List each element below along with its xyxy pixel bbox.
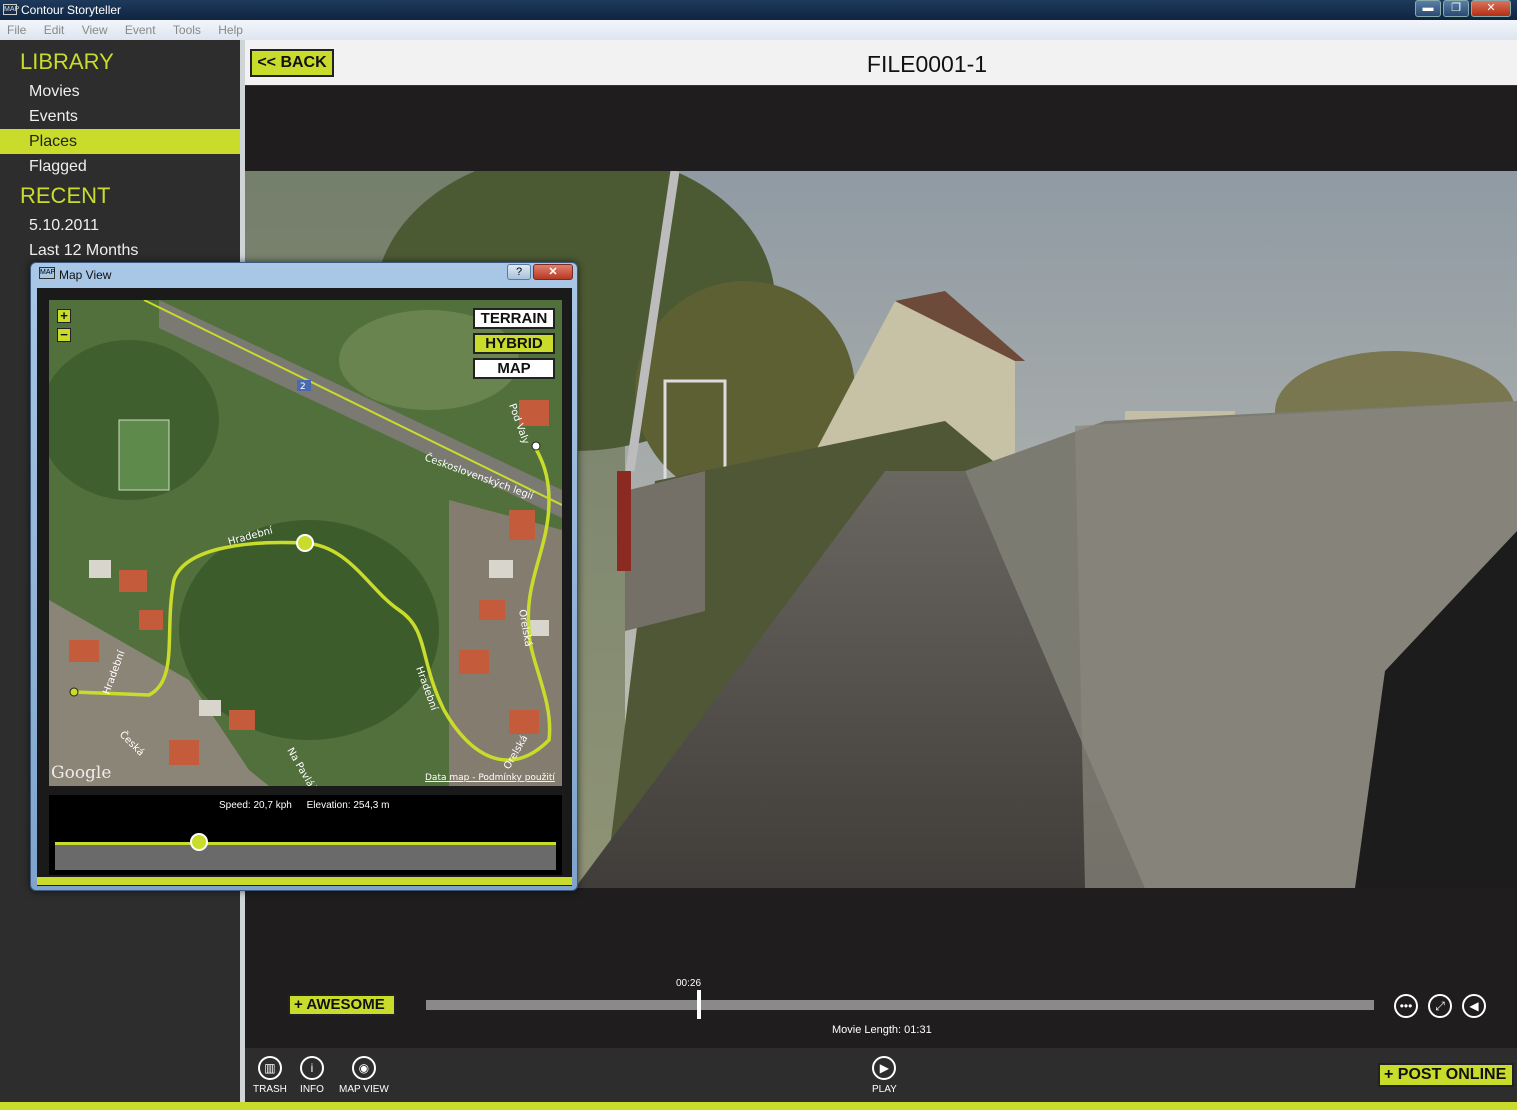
sidebar-item-last-12-months[interactable]: Last 12 Months — [0, 238, 240, 263]
help-button[interactable]: ? — [507, 264, 531, 280]
top-bar: << BACK FILE0001-1 — [245, 40, 1517, 86]
map-type-terrain[interactable]: TERRAIN — [473, 308, 555, 329]
google-logo: Google — [51, 763, 111, 783]
current-time: 00:26 — [676, 978, 702, 989]
app-logo-icon: MAP — [3, 4, 20, 15]
info-button[interactable]: i INFO — [300, 1056, 324, 1095]
menu-file[interactable]: File — [0, 20, 33, 40]
minimize-button[interactable]: ▬ — [1415, 0, 1441, 17]
sidebar-item-movies[interactable]: Movies — [0, 79, 240, 104]
bottom-accent-strip — [0, 1102, 1517, 1110]
map-window-title: Map View — [59, 268, 112, 282]
map-attribution: Data map - Podmínky použití — [425, 773, 555, 783]
zoom-in-button[interactable]: + — [57, 309, 71, 323]
restore-button[interactable]: ❐ — [1443, 0, 1469, 17]
track-stats: Speed: 20,7 kph Elevation: 254,3 m — [219, 800, 389, 811]
sidebar-item-recent-date[interactable]: 5.10.2011 — [0, 213, 240, 238]
timeline-track[interactable] — [426, 1000, 1374, 1010]
satellite-map[interactable]: 2 Pod Valy Československých legií Hradeb… — [49, 300, 562, 786]
menu-event[interactable]: Event — [118, 20, 163, 40]
fullscreen-icon[interactable]: ⤢ — [1428, 994, 1452, 1018]
info-label: INFO — [300, 1084, 324, 1095]
map-view-icon: ◉ — [351, 1056, 376, 1080]
map-view-label: MAP VIEW — [339, 1084, 389, 1095]
more-icon[interactable]: ••• — [1394, 994, 1418, 1018]
map-view-button[interactable]: ◉ MAP VIEW — [339, 1056, 389, 1095]
close-button[interactable]: ✕ — [1471, 0, 1511, 17]
elevation-profile[interactable]: Speed: 20,7 kph Elevation: 254,3 m — [49, 795, 562, 875]
app-titlebar: MAP Contour Storyteller ▬ ❐ ✕ — [0, 0, 1517, 20]
volume-icon[interactable]: ◀ — [1462, 994, 1486, 1018]
trash-icon: ▥ — [257, 1056, 282, 1080]
timeline-playhead[interactable] — [697, 990, 702, 1019]
post-online-button[interactable]: + POST ONLINE — [1378, 1063, 1514, 1087]
bottom-toolbar: ▥ TRASH i INFO ◉ MAP VIEW ▶ PLAY + POST … — [245, 1048, 1517, 1102]
map-type-map[interactable]: MAP — [473, 358, 555, 379]
info-icon: i — [300, 1056, 324, 1080]
map-close-button[interactable]: ✕ — [533, 264, 573, 280]
map-window-logo-icon: MAP — [39, 267, 55, 279]
zoom-out-button[interactable]: − — [57, 328, 71, 342]
app-title: Contour Storyteller — [21, 3, 122, 17]
library-heading: LIBRARY — [20, 49, 114, 74]
movie-length: Movie Length: 01:31 — [832, 1024, 932, 1036]
menu-bar: File Edit View Event Tools Help — [0, 20, 1517, 40]
elevation-graph — [55, 842, 556, 870]
menu-view[interactable]: View — [75, 20, 115, 40]
sidebar-item-flagged[interactable]: Flagged — [0, 154, 240, 179]
elevation-readout: Elevation: 254,3 m — [306, 800, 390, 811]
window-controls: ▬ ❐ ✕ — [1413, 0, 1511, 17]
map-view-window[interactable]: MAP Map View ? ✕ 2 Pod Valy Českoslovens… — [30, 262, 578, 891]
speed-readout: Speed: 20,7 kph — [219, 800, 292, 811]
menu-edit[interactable]: Edit — [37, 20, 72, 40]
play-label: PLAY — [872, 1084, 897, 1095]
map-type-hybrid[interactable]: HYBRID — [473, 333, 555, 354]
awesome-button[interactable]: + AWESOME — [288, 994, 396, 1016]
menu-tools[interactable]: Tools — [166, 20, 208, 40]
menu-help[interactable]: Help — [211, 20, 250, 40]
map-window-accent-bar — [37, 877, 572, 885]
sidebar-item-events[interactable]: Events — [0, 104, 240, 129]
map-window-body: 2 Pod Valy Československých legií Hradeb… — [37, 288, 572, 886]
player-controls: + AWESOME 00:26 Movie Length: 01:31 ••• … — [245, 970, 1517, 1042]
recent-heading: RECENT — [20, 183, 111, 208]
road-number: 2 — [300, 382, 306, 392]
trash-label: TRASH — [253, 1084, 287, 1095]
file-title: FILE0001-1 — [866, 51, 988, 77]
sidebar-item-places[interactable]: Places — [0, 129, 240, 154]
trash-button[interactable]: ▥ TRASH — [253, 1056, 287, 1095]
play-icon: ▶ — [872, 1056, 897, 1080]
play-button[interactable]: ▶ PLAY — [872, 1056, 897, 1095]
